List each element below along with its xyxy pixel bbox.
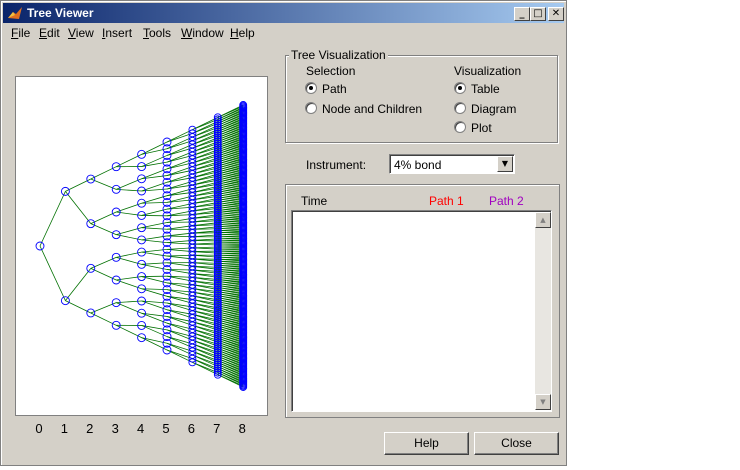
chevron-down-icon[interactable]: ▼ — [497, 156, 513, 172]
close-button[interactable]: Close — [474, 432, 559, 455]
axis-tick-label: 7 — [213, 421, 220, 436]
column-path-1: Path 1 — [429, 194, 464, 208]
menu-window[interactable]: Window — [181, 26, 224, 40]
tree-edge — [65, 191, 92, 224]
radio-plot-label[interactable]: Plot — [471, 121, 492, 135]
menu-help[interactable]: Help — [230, 26, 255, 40]
instrument-value: 4% bond — [394, 158, 442, 172]
radio-path-label[interactable]: Path — [322, 82, 347, 96]
tree-viewer-window: Tree Viewer _ □ ✕ File Edit View Insert … — [0, 0, 567, 466]
axis-tick-label: 1 — [61, 421, 68, 436]
help-button[interactable]: Help — [384, 432, 469, 455]
tree-edge — [39, 245, 66, 301]
minimize-button[interactable]: _ — [514, 7, 530, 21]
matlab-logo-icon — [8, 7, 22, 19]
menu-tools[interactable]: Tools — [143, 26, 171, 40]
axis-tick-label: 4 — [137, 421, 144, 436]
radio-table[interactable] — [454, 82, 466, 94]
radio-path[interactable] — [305, 82, 317, 94]
tree-axis-labels: 0 1 2 3 4 5 6 7 8 — [35, 421, 246, 436]
column-time: Time — [301, 194, 328, 208]
maximize-button[interactable]: □ — [530, 7, 546, 21]
menu-view[interactable]: View — [68, 26, 94, 40]
selection-label: Selection — [306, 64, 356, 78]
menu-edit[interactable]: Edit — [39, 26, 60, 40]
axis-tick-label: 0 — [35, 421, 42, 436]
axis-tick-label: 2 — [86, 421, 93, 436]
group-title: Tree Visualization — [289, 48, 388, 62]
column-path-2: Path 2 — [489, 194, 524, 208]
axis-tick-label: 3 — [112, 421, 119, 436]
axis-tick-label: 5 — [162, 421, 169, 436]
scroll-down-icon[interactable]: ▼ — [535, 394, 551, 410]
window-title: Tree Viewer — [27, 6, 94, 20]
menu-insert[interactable]: Insert — [102, 26, 132, 40]
radio-node-and-children-label[interactable]: Node and Children — [322, 102, 422, 116]
tree-plot-area[interactable] — [15, 76, 268, 416]
radio-plot[interactable] — [454, 121, 466, 133]
instrument-select[interactable]: 4% bond ▼ — [389, 154, 515, 174]
radio-table-label[interactable]: Table — [471, 82, 500, 96]
radio-node-and-children[interactable] — [305, 102, 317, 114]
table-body[interactable] — [291, 210, 552, 412]
visualization-label: Visualization — [454, 64, 522, 78]
close-window-button[interactable]: ✕ — [548, 7, 564, 21]
tree-edge — [39, 191, 66, 247]
radio-diagram-label[interactable]: Diagram — [471, 102, 516, 116]
table-scrollbar[interactable]: ▲ ▼ — [535, 212, 551, 410]
radio-diagram[interactable] — [454, 102, 466, 114]
scroll-up-icon[interactable]: ▲ — [535, 212, 551, 228]
title-bar[interactable]: Tree Viewer _ □ ✕ — [3, 3, 564, 23]
axis-tick-label: 6 — [188, 421, 195, 436]
axis-tick-label: 8 — [239, 421, 246, 436]
binomial-tree-diagram[interactable] — [16, 77, 267, 415]
menu-file[interactable]: File — [11, 26, 30, 40]
instrument-label: Instrument: — [306, 158, 367, 172]
menu-bar: File Edit View Insert Tools Window Help — [3, 24, 564, 42]
tree-edge — [65, 268, 92, 301]
